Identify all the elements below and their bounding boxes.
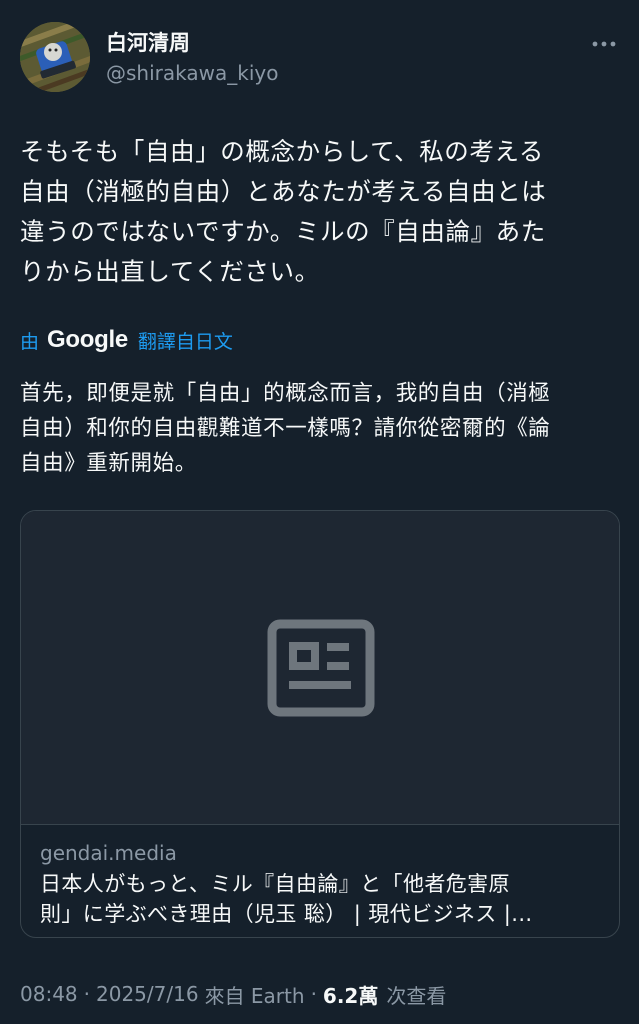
card-title: 日本人がもっと、ミル『自由論』と「他者危害原 則」に学ぶべき理由（児玉 聡） |… <box>40 872 533 926</box>
card-domain: gendai.media <box>40 841 177 865</box>
meta-separator: · <box>83 982 90 1006</box>
tweet-header: 白河清周 @shirakawa_kiyo <box>18 20 621 94</box>
more-horizontal-icon <box>592 41 616 47</box>
tweet-meta: 08:48 · 2025/7/16 來自 Earth · 6.2萬 次查看 <box>20 978 446 1010</box>
tweet-source: 來自 Earth <box>204 983 305 1008</box>
tweet-date[interactable]: 2025/7/16 <box>96 982 199 1006</box>
translated-text: 首先，即便是就「自由」的概念而言，我的自由（消極 自由）和你的自由觀難道不一樣嗎… <box>20 381 551 476</box>
google-logo: Google <box>47 326 128 353</box>
article-icon <box>267 619 375 717</box>
translation-by-label: 由 <box>20 330 40 353</box>
tweet-time[interactable]: 08:48 <box>20 982 78 1006</box>
user-display-name[interactable]: 白河清周 <box>106 30 190 56</box>
card-media-placeholder <box>21 511 619 825</box>
more-options-button[interactable] <box>589 34 619 54</box>
avatar[interactable] <box>20 22 90 92</box>
tweet-text: そもそも「自由」の概念からして、私の考える 自由（消極的自由）とあなたが考える自… <box>20 137 547 286</box>
views-count[interactable]: 6.2萬 <box>323 980 378 1009</box>
meta-separator-2: · <box>310 982 317 1006</box>
translated-from-link[interactable]: 翻譯自日文 <box>138 327 233 354</box>
translation-attribution: 由 Google 翻譯自日文 <box>20 322 233 358</box>
views-label: 次查看 <box>386 983 447 1008</box>
avatar-image <box>20 22 90 92</box>
link-preview-card[interactable]: gendai.media 日本人がもっと、ミル『自由論』と「他者危害原 則」に学… <box>20 510 620 938</box>
tweet-detail: 白河清周 @shirakawa_kiyo そもそも「自由」の概念からして、私の考… <box>0 0 639 1024</box>
user-handle[interactable]: @shirakawa_kiyo <box>106 60 278 86</box>
